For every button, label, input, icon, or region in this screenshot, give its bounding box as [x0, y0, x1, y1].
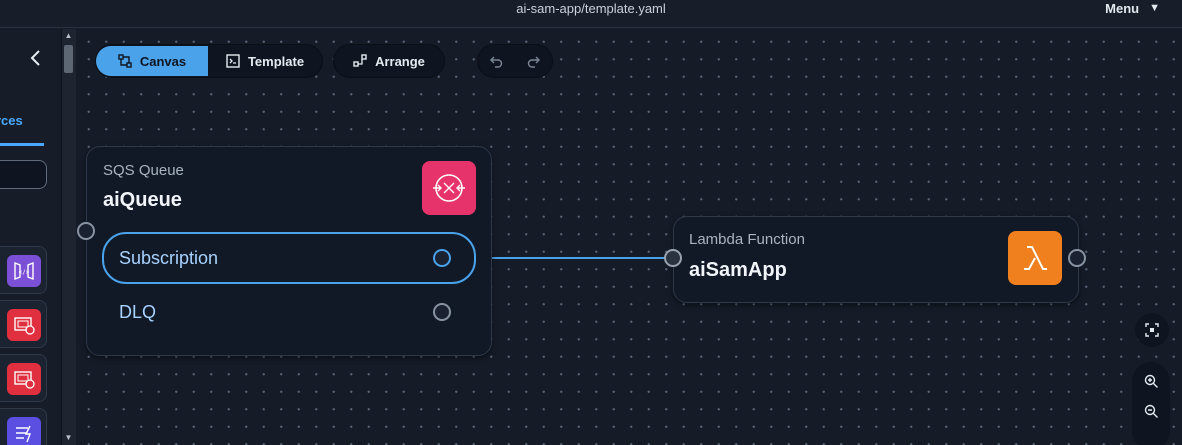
- resources-panel: rces </>: [0, 29, 62, 445]
- zoom-out-button[interactable]: [1134, 394, 1168, 428]
- node-name: aiSamApp: [689, 259, 787, 281]
- zoom-in-icon: [1144, 374, 1158, 388]
- dlq-port[interactable]: [433, 303, 451, 321]
- fit-view-button[interactable]: [1135, 313, 1169, 347]
- menu-label: Menu: [1105, 1, 1140, 16]
- dlq-row[interactable]: DLQ: [102, 286, 476, 338]
- subscription-label: Subscription: [119, 247, 219, 268]
- subscription-port[interactable]: [433, 249, 451, 267]
- svg-text:</>: </>: [19, 269, 30, 276]
- resource-search-input[interactable]: [0, 160, 47, 189]
- eventbridge-schedule-icon: [7, 363, 41, 395]
- panel-scrollbar[interactable]: [62, 29, 76, 445]
- api-gateway-icon: </>: [7, 255, 41, 287]
- menu-button[interactable]: Menu ▼: [1105, 0, 1160, 17]
- node-kind: Lambda Function: [689, 231, 805, 248]
- scrollbar-thumb[interactable]: [64, 45, 73, 73]
- caret-down-icon: ▼: [1149, 2, 1160, 14]
- lambda-function-node[interactable]: Lambda Function aiSamApp: [673, 216, 1079, 303]
- resource-card-api-gateway[interactable]: </>: [0, 246, 47, 294]
- resource-card-step-functions[interactable]: [0, 408, 47, 445]
- sqs-input-port[interactable]: [77, 222, 95, 240]
- scroll-up-arrow-icon[interactable]: ▲: [64, 31, 73, 40]
- zoom-out-icon: [1144, 404, 1158, 418]
- zoom-in-button[interactable]: [1134, 364, 1168, 398]
- scroll-down-arrow-icon[interactable]: ▼: [64, 433, 73, 442]
- window-title: ai-sam-app/template.yaml: [516, 1, 666, 16]
- chevron-left-icon: [30, 50, 40, 66]
- lambda-icon: [1008, 231, 1062, 285]
- node-kind: SQS Queue: [103, 162, 184, 179]
- canvas-area[interactable]: Canvas Template Arrange SQS Queue aiQueu…: [76, 29, 1182, 445]
- subscription-row[interactable]: Subscription: [102, 232, 476, 284]
- step-functions-icon: [7, 417, 41, 445]
- sqs-icon: [422, 161, 476, 215]
- dlq-label: DLQ: [119, 301, 157, 322]
- title-bar: ai-sam-app/template.yaml Menu ▼: [0, 0, 1182, 28]
- sqs-queue-node[interactable]: SQS Queue aiQueue Subscription DLQ: [86, 146, 492, 356]
- eventbridge-schedule-icon: [7, 309, 41, 341]
- zoom-controls: [1132, 362, 1170, 445]
- fit-view-icon: [1145, 323, 1159, 337]
- collapse-panel-button[interactable]: [26, 47, 46, 71]
- resource-card-schedule[interactable]: [0, 300, 47, 348]
- resource-card-schedule-2[interactable]: [0, 354, 47, 402]
- tab-resources[interactable]: rces: [0, 113, 23, 128]
- node-name: aiQueue: [103, 189, 182, 211]
- tab-underline: [0, 143, 44, 146]
- lambda-output-port[interactable]: [1068, 249, 1086, 267]
- lambda-input-port[interactable]: [664, 249, 682, 267]
